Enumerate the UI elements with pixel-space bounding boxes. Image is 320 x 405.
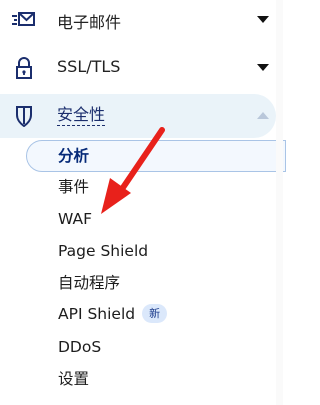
annotation-arrow-icon	[101, 127, 165, 214]
scrollbar[interactable]	[276, 0, 283, 405]
